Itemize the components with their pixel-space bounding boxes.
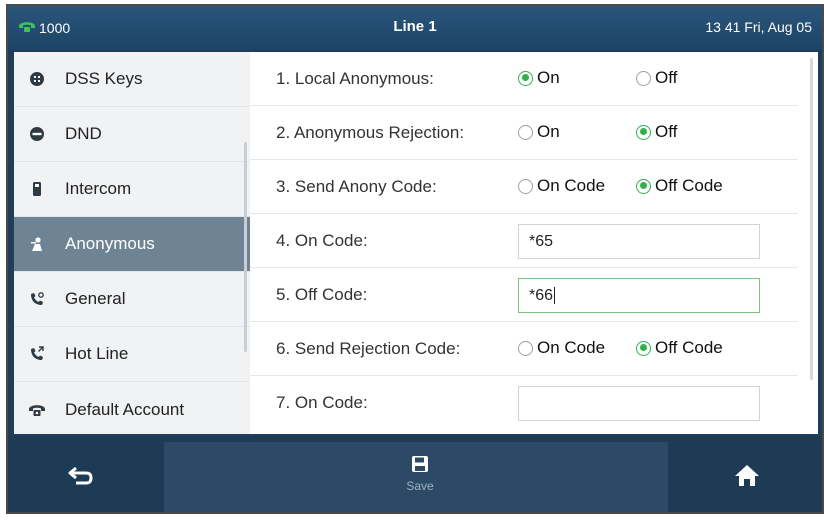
on-code-row: 4. On Code: *65 [250, 214, 798, 268]
off-code-label: 5. Off Code: [276, 285, 368, 304]
hot-line-icon [27, 344, 47, 364]
radio-selected-icon [518, 70, 533, 86]
on-code-label: 4. On Code: [276, 231, 368, 250]
sidebar-item-dss-keys[interactable]: DSS Keys [14, 52, 250, 107]
sidebar-item-dnd[interactable]: DND [14, 107, 250, 162]
sidebar-item-label: Default Account [65, 399, 185, 419]
send-rejection-code-label: 6. Send Rejection Code: [276, 339, 461, 358]
sidebar-item-general[interactable]: General [14, 272, 250, 327]
anonymous-icon [27, 234, 47, 254]
sidebar-item-label: Intercom [65, 179, 132, 198]
sidebar-item-label: Hot Line [65, 344, 129, 363]
save-label: Save [406, 479, 434, 493]
radio-unselected-icon [636, 70, 651, 86]
sidebar-item-default-account[interactable]: Default Account [14, 382, 250, 437]
save-icon [412, 456, 428, 472]
settings-panel: 1. Local Anonymous: On Off 2. Anonymous … [250, 52, 818, 434]
radio-selected-icon [636, 178, 651, 194]
radio-selected-icon [636, 340, 651, 356]
send-rejection-code-on-radio[interactable]: On Code [518, 338, 605, 358]
anonymous-rejection-on-radio[interactable]: On [518, 122, 560, 142]
home-button[interactable] [733, 462, 761, 488]
intercom-icon [27, 179, 47, 199]
send-anony-code-label: 3. Send Anony Code: [276, 177, 437, 196]
radio-unselected-icon [518, 340, 533, 356]
general-icon [27, 289, 47, 309]
sidebar-item-anonymous[interactable]: Anonymous [14, 217, 250, 272]
page-title: Line 1 [393, 18, 437, 35]
sidebar-item-label: DND [65, 124, 102, 143]
local-anonymous-row: 1. Local Anonymous: On Off [250, 52, 798, 106]
off-code-input[interactable]: *66 [518, 278, 760, 313]
send-anony-code-off-radio[interactable]: Off Code [636, 176, 723, 196]
content-area: DSS Keys DND Intercom Anonymous General … [14, 52, 818, 434]
send-anony-code-on-radio[interactable]: On Code [518, 176, 605, 196]
sidebar-item-label: Anonymous [65, 234, 155, 253]
send-rejection-code-off-radio[interactable]: Off Code [636, 338, 723, 358]
anonymous-rejection-label: 2. Anonymous Rejection: [276, 123, 465, 142]
softkey-bar: Save [8, 436, 822, 512]
rejection-on-code-row: 7. On Code: [250, 376, 798, 430]
local-anonymous-off-radio[interactable]: Off [636, 68, 677, 88]
radio-selected-icon [636, 124, 651, 140]
send-rejection-code-row: 6. Send Rejection Code: On Code Off Code [250, 322, 798, 376]
settings-scrollbar[interactable] [810, 58, 813, 380]
phone-screen: 1000 Line 1 13 41 Fri, Aug 05 DSS Keys D… [6, 4, 824, 514]
sidebar-scrollbar[interactable] [244, 142, 247, 352]
radio-unselected-icon [518, 178, 533, 194]
sidebar-item-intercom[interactable]: Intercom [14, 162, 250, 217]
local-anonymous-label: 1. Local Anonymous: [276, 69, 434, 88]
default-account-icon [27, 400, 47, 420]
local-anonymous-on-radio[interactable]: On [518, 68, 560, 88]
rejection-on-code-label: 7. On Code: [276, 393, 368, 412]
sidebar-item-hot-line[interactable]: Hot Line [14, 327, 250, 382]
dnd-icon [27, 124, 47, 144]
back-button[interactable] [66, 462, 96, 488]
off-code-row: 5. Off Code: *66 [250, 268, 798, 322]
radio-unselected-icon [518, 124, 533, 140]
status-bar: 1000 Line 1 13 41 Fri, Aug 05 [8, 6, 822, 50]
dss-keys-icon [27, 69, 47, 89]
save-button[interactable]: Save [390, 454, 450, 504]
on-code-input[interactable]: *65 [518, 224, 760, 259]
sidebar-item-label: DSS Keys [65, 69, 143, 88]
send-anony-code-row: 3. Send Anony Code: On Code Off Code [250, 160, 798, 214]
text-cursor [554, 287, 556, 305]
back-arrow-icon [68, 466, 93, 485]
rejection-on-code-input[interactable] [518, 386, 760, 421]
sidebar-item-label: General [65, 289, 126, 308]
anonymous-rejection-off-radio[interactable]: Off [636, 122, 677, 142]
sidebar: DSS Keys DND Intercom Anonymous General … [14, 52, 250, 434]
datetime: 13 41 Fri, Aug 05 [705, 19, 812, 35]
home-icon [735, 465, 759, 486]
anonymous-rejection-row: 2. Anonymous Rejection: On Off [250, 106, 798, 160]
